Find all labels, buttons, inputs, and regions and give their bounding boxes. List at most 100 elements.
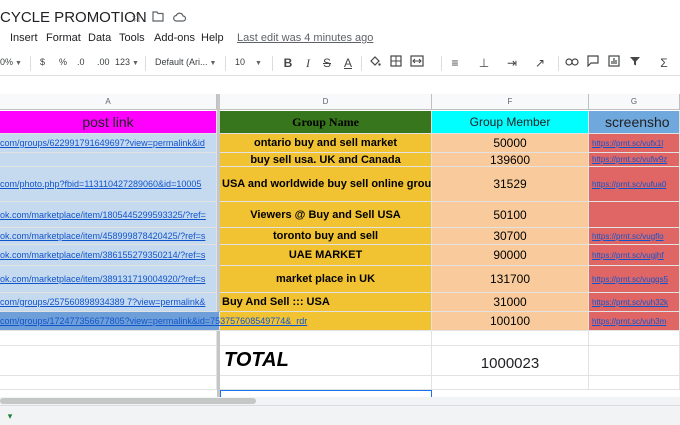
group-member-cell[interactable]: 50100 xyxy=(432,202,589,228)
group-name-cell[interactable]: USA and worldwide buy sell online group xyxy=(220,167,432,202)
column-header-d[interactable]: D xyxy=(220,94,432,110)
screenshot-link-cell[interactable]: https://prnt.sc/vufua0 xyxy=(589,167,680,202)
group-name-cell[interactable]: buy sell usa. UK and Canada xyxy=(220,153,432,167)
screenshot-link-cell[interactable]: https://prnt.sc/vugjhf xyxy=(589,245,680,266)
spreadsheet-grid[interactable]: A D F G post link Group Name Group Membe… xyxy=(0,94,680,397)
post-link-cell[interactable]: com/groups/172477356677805?view=permalin… xyxy=(0,312,307,331)
total-label-cell[interactable]: TOTAL xyxy=(220,346,432,376)
screenshot-link-cell[interactable]: https://prnt.sc/vuh32k xyxy=(589,293,680,312)
post-link-cell[interactable]: ok.com/marketplace/item/1805445299593325… xyxy=(0,202,217,228)
menu-format[interactable]: Format xyxy=(46,32,81,44)
empty-cell[interactable] xyxy=(589,331,680,346)
font-size-select[interactable]: 10 ▼ xyxy=(235,57,262,67)
header-post-link[interactable]: post link xyxy=(0,111,217,134)
group-member-cell[interactable]: 50000 xyxy=(432,134,589,153)
group-name-cell[interactable]: UAE MARKET xyxy=(220,245,432,266)
insert-comment-icon[interactable] xyxy=(586,55,600,71)
functions-button[interactable]: Σ xyxy=(657,55,671,71)
star-icon[interactable]: ☆ xyxy=(130,11,144,25)
group-member-cell[interactable]: 139600 xyxy=(432,153,589,167)
text-color-button[interactable]: A xyxy=(341,55,355,71)
post-link-cell[interactable]: ok.com/marketplace/item/389131719004920/… xyxy=(0,266,217,293)
empty-cell[interactable] xyxy=(589,376,680,390)
group-name-cell[interactable]: market place in UK xyxy=(220,266,432,293)
selected-cell[interactable] xyxy=(220,390,432,397)
sheet-menu-icon[interactable]: ▾ xyxy=(3,410,17,422)
last-edit-link[interactable]: Last edit was 4 minutes ago xyxy=(237,32,373,44)
font-select[interactable]: Default (Ari... ▼ xyxy=(155,57,216,67)
screenshot-link-cell[interactable]: https://prnt.sc/vugqs5 xyxy=(589,266,680,293)
header-screenshot[interactable]: screensho xyxy=(589,111,680,134)
percent-button[interactable]: % xyxy=(59,57,67,67)
text-wrapping-icon[interactable]: ⇥ xyxy=(505,55,519,71)
empty-cell[interactable] xyxy=(432,331,589,346)
currency-button[interactable]: $ xyxy=(40,57,45,67)
menu-help[interactable]: Help xyxy=(201,32,224,44)
post-link-cell[interactable]: com/groups/622991791649697?view=permalin… xyxy=(0,134,217,153)
post-link-cell[interactable]: com/photo.php?fbid=113110427289060&id=10… xyxy=(0,167,217,202)
empty-cell[interactable] xyxy=(589,346,680,376)
screenshot-link-cell[interactable]: https://prnt.sc/vugflo xyxy=(589,228,680,245)
post-link-cell[interactable] xyxy=(0,153,217,167)
move-folder-icon[interactable] xyxy=(151,11,165,25)
screenshot-link-cell[interactable]: https://prnt.sc/vufw9z xyxy=(589,153,680,167)
post-link-cell[interactable]: ok.com/marketplace/item/458999878420425/… xyxy=(0,228,217,245)
group-name-cell[interactable]: Viewers @ Buy and Sell USA xyxy=(220,202,432,228)
fill-color-icon[interactable] xyxy=(368,55,382,71)
sheet-tabs-bar: ▾ xyxy=(0,405,680,425)
empty-cell[interactable] xyxy=(0,331,217,346)
text-rotation-icon[interactable]: ↗ xyxy=(533,55,547,71)
header-group-member[interactable]: Group Member xyxy=(432,111,589,134)
empty-cell[interactable] xyxy=(220,331,432,346)
insert-chart-icon[interactable] xyxy=(607,55,621,71)
strikethrough-button[interactable]: S xyxy=(320,55,334,71)
italic-button[interactable]: I xyxy=(301,55,315,71)
empty-cell[interactable] xyxy=(0,346,217,376)
toolbar: 0% ▼ $ % .0 .00 123 ▼ Default (Ari... ▼ 10 ▼… xyxy=(0,52,680,76)
empty-cell[interactable] xyxy=(432,376,589,390)
freeze-divider[interactable] xyxy=(217,94,220,397)
menu-data[interactable]: Data xyxy=(88,32,111,44)
borders-icon[interactable] xyxy=(389,55,403,71)
empty-cell[interactable] xyxy=(220,376,432,390)
column-header-a[interactable]: A xyxy=(0,94,217,110)
menu-bar: Insert Format Data Tools Add-ons Help La… xyxy=(0,29,680,49)
group-name-cell[interactable]: Buy And Sell ::: USA xyxy=(220,293,432,312)
insert-link-icon[interactable] xyxy=(565,55,579,71)
scrollbar-thumb[interactable] xyxy=(0,398,256,404)
filter-icon[interactable] xyxy=(628,55,642,71)
increase-decimal-button[interactable]: .00 xyxy=(97,57,110,67)
group-member-cell[interactable]: 31529 xyxy=(432,167,589,202)
group-member-cell[interactable]: 30700 xyxy=(432,228,589,245)
group-member-cell[interactable]: 90000 xyxy=(432,245,589,266)
header-group-name[interactable]: Group Name xyxy=(220,111,432,134)
column-header-f[interactable]: F xyxy=(432,94,589,110)
total-value-cell[interactable]: 1000023 xyxy=(432,346,589,376)
column-header-g[interactable]: G xyxy=(589,94,680,110)
horizontal-align-icon[interactable]: ≡ xyxy=(448,55,462,71)
menu-addons[interactable]: Add-ons xyxy=(154,32,195,44)
screenshot-link-cell[interactable]: https://prnt.sc/vuh3m xyxy=(589,312,680,331)
document-title[interactable]: CYCLE PROMOTION xyxy=(0,9,147,26)
empty-cell[interactable] xyxy=(0,376,217,390)
zoom-select[interactable]: 0% ▼ xyxy=(0,57,22,67)
menu-tools[interactable]: Tools xyxy=(119,32,145,44)
horizontal-scrollbar[interactable] xyxy=(0,397,680,405)
bold-button[interactable]: B xyxy=(281,55,295,71)
group-name-cell[interactable]: toronto buy and sell xyxy=(220,228,432,245)
group-member-cell[interactable]: 131700 xyxy=(432,266,589,293)
decrease-decimal-button[interactable]: .0 xyxy=(77,57,85,67)
number-format-select[interactable]: 123 ▼ xyxy=(115,57,139,67)
menu-insert[interactable]: Insert xyxy=(10,32,38,44)
group-member-cell[interactable]: 100100 xyxy=(432,312,589,331)
group-name-cell[interactable]: ontario buy and sell market xyxy=(220,134,432,153)
screenshot-link-cell[interactable] xyxy=(589,202,680,228)
post-link-cell[interactable]: com/groups/257560898934389 7?view=permal… xyxy=(0,293,217,312)
group-member-cell[interactable]: 31000 xyxy=(432,293,589,312)
screenshot-link-cell[interactable]: https://prnt.sc/vufx1l xyxy=(589,134,680,153)
merge-cells-icon[interactable] xyxy=(410,55,424,71)
cloud-status-icon[interactable] xyxy=(172,11,186,25)
toolbar-divider xyxy=(225,56,226,71)
post-link-cell[interactable]: ok.com/marketplace/item/386155279350214/… xyxy=(0,245,217,266)
vertical-align-icon[interactable]: ⊥ xyxy=(477,55,491,71)
